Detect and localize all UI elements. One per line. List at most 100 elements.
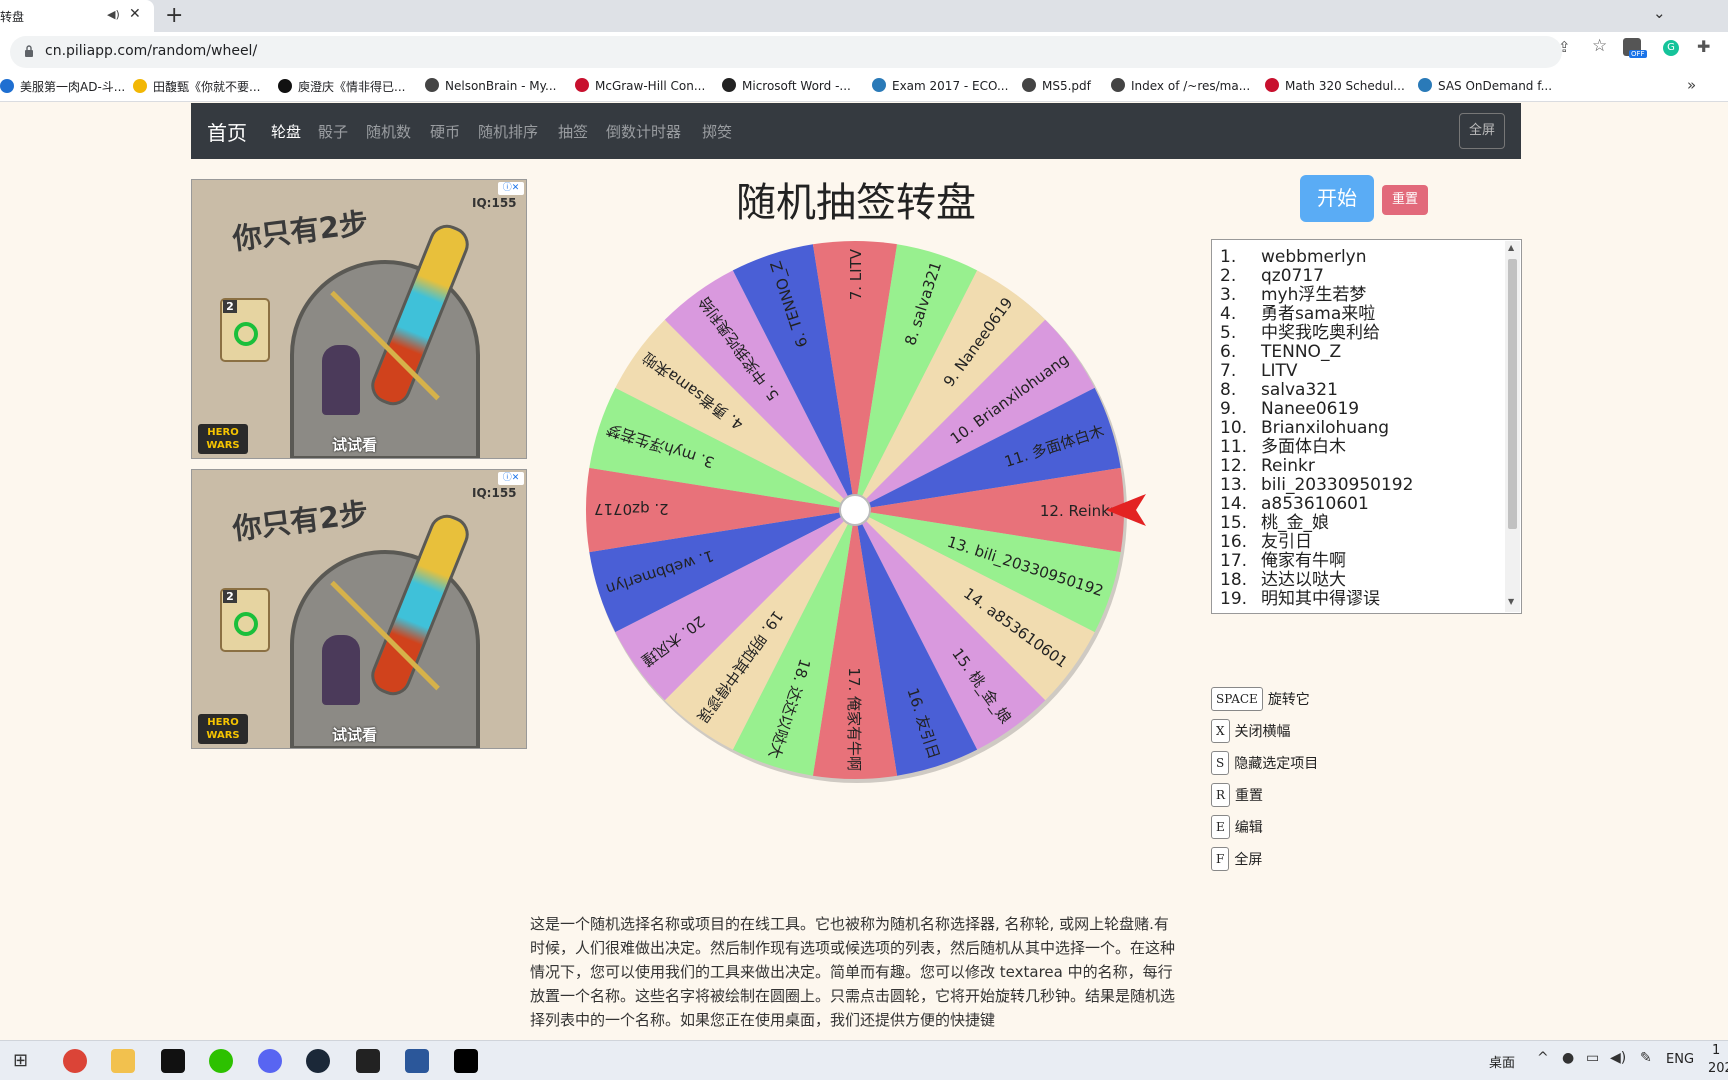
- nav-countdown[interactable]: 倒数计时器: [606, 121, 681, 142]
- desktop-toolbar-label[interactable]: 桌面: [1489, 1052, 1515, 1071]
- name-text: 中奖我吃奥利给: [1261, 323, 1380, 343]
- wheel-segment-label: 17. 俺家有牛啊: [845, 667, 863, 771]
- bookmark-item[interactable]: 庾澄庆《情非得已...: [278, 78, 405, 95]
- wheel-hub[interactable]: [839, 494, 871, 526]
- volume-icon[interactable]: ◀): [1610, 1050, 1626, 1066]
- nav-random-number[interactable]: 随机数: [366, 121, 411, 142]
- steam-icon[interactable]: [306, 1049, 330, 1073]
- bookmark-favicon-icon: [722, 78, 736, 92]
- word-icon[interactable]: [405, 1049, 429, 1073]
- bookmark-label: Index of /~res/ma...: [1131, 79, 1251, 93]
- line-number: 6.: [1220, 342, 1237, 362]
- pen-icon[interactable]: ✎: [1640, 1050, 1652, 1066]
- ad-card-graphic: 2: [220, 298, 270, 362]
- close-tab-icon[interactable]: ✕: [129, 6, 141, 22]
- bookmark-item[interactable]: 田馥甄《你就不要...: [133, 78, 260, 95]
- bookmark-item[interactable]: Exam 2017 - ECO...: [872, 78, 1008, 93]
- nav-moon-blocks[interactable]: 掷筊: [702, 121, 732, 142]
- wheel-segment-label: 12. Reinkr: [1040, 502, 1117, 520]
- fullscreen-button[interactable]: 全屏: [1459, 113, 1505, 149]
- textarea-scrollbar[interactable]: ▲ ▼: [1505, 241, 1520, 612]
- bookmark-item[interactable]: NelsonBrain - My...: [425, 78, 557, 93]
- reset-button[interactable]: 重置: [1382, 185, 1428, 215]
- chrome-icon[interactable]: [63, 1049, 87, 1073]
- extensions-puzzle-icon[interactable]: ✚: [1697, 37, 1710, 56]
- name-text: salva321: [1261, 380, 1338, 400]
- clock-time[interactable]: 1: [1712, 1043, 1720, 1058]
- ad-cta[interactable]: 试试看: [332, 724, 377, 745]
- bookmark-favicon-icon: [1022, 78, 1036, 92]
- nav-coin[interactable]: 硬币: [430, 121, 460, 142]
- shortcut-row: R 重置: [1211, 783, 1263, 807]
- bookmark-item[interactable]: 美服第一肉AD-斗...: [0, 78, 125, 95]
- ad-choices-icon[interactable]: ⓘ✕: [498, 472, 524, 485]
- speaker-icon[interactable]: ◀): [107, 8, 120, 21]
- description-text: 这是一个随机选择名称或项目的在线工具。它也被称为随机名称选择器, 名称轮, 或网…: [530, 915, 1176, 1029]
- windows-taskbar: ⊞ 桌面 ^ ● ▭ ◀) ✎ ENG 1 202: [0, 1040, 1728, 1080]
- browser-tab[interactable]: 转盘 ◀) ✕: [0, 0, 154, 32]
- line-number: 15.: [1220, 513, 1248, 533]
- url-text[interactable]: cn.piliapp.com/random/wheel/: [45, 43, 257, 59]
- bookmark-label: 庾澄庆《情非得已...: [298, 80, 406, 94]
- shortcut-row: SPACE 旋转它: [1211, 687, 1310, 711]
- name-line: 12. Reinkr: [1220, 457, 1521, 476]
- shortcut-row: X 关闭横幅: [1211, 719, 1291, 743]
- nav-shuffle[interactable]: 随机排序: [478, 121, 538, 142]
- wechat-icon[interactable]: [209, 1049, 233, 1073]
- bookmark-item[interactable]: Math 320 Schedul...: [1265, 78, 1405, 93]
- discord-icon[interactable]: [258, 1049, 282, 1073]
- shortcut-label: 关闭横幅: [1234, 724, 1291, 740]
- task-view-icon[interactable]: ⊞: [13, 1050, 28, 1071]
- ad-logo: HERO WARS: [198, 714, 248, 744]
- shortcut-label: 隐藏选定项目: [1234, 756, 1319, 772]
- grammarly-icon[interactable]: G: [1663, 40, 1679, 56]
- name-text: 勇者sama来啦: [1261, 304, 1376, 324]
- bookmark-star-icon[interactable]: ☆: [1592, 36, 1607, 56]
- nav-wheel[interactable]: 轮盘: [271, 121, 301, 142]
- start-button[interactable]: 开始: [1300, 175, 1374, 222]
- file-explorer-icon[interactable]: [111, 1049, 135, 1073]
- bookmark-item[interactable]: SAS OnDemand f...: [1418, 78, 1552, 93]
- bookmark-label: Microsoft Word -...: [742, 79, 851, 93]
- new-tab-button[interactable]: +: [165, 3, 183, 28]
- bookmarks-more-button[interactable]: »: [1687, 76, 1696, 94]
- ad-headline: 你只有2步: [230, 495, 370, 547]
- capcut-icon[interactable]: [454, 1049, 478, 1073]
- nav-lottery[interactable]: 抽签: [558, 121, 588, 142]
- ad-iq-label: IQ:155: [472, 486, 517, 500]
- scroll-down-arrow-icon[interactable]: ▼: [1508, 597, 1514, 606]
- line-number: 19.: [1220, 589, 1248, 609]
- bookmark-item[interactable]: Microsoft Word -...: [722, 78, 851, 93]
- microphone-icon[interactable]: ●: [1562, 1050, 1574, 1066]
- names-textarea[interactable]: 1. webbmerlyn 2. qz0717 3. myh浮生若梦 4. 勇者sama来啦 5…: [1211, 239, 1522, 614]
- app-icon[interactable]: [161, 1049, 185, 1073]
- battery-icon[interactable]: ▭: [1586, 1050, 1599, 1066]
- clock-date[interactable]: 202: [1708, 1061, 1728, 1076]
- tray-overflow-icon[interactable]: ^: [1537, 1050, 1549, 1066]
- language-indicator[interactable]: ENG: [1666, 1052, 1694, 1067]
- bookmark-item[interactable]: McGraw-Hill Con...: [575, 78, 705, 93]
- bookmark-item[interactable]: Index of /~res/ma...: [1111, 78, 1250, 93]
- ad-banner[interactable]: ⓘ✕ 你只有2步 IQ:155 2 HERO WARS 试试看: [191, 469, 527, 749]
- address-bar[interactable]: cn.piliapp.com/random/wheel/: [10, 36, 1562, 68]
- ad-choices-icon[interactable]: ⓘ✕: [498, 182, 524, 195]
- name-text: Brianxilohuang: [1261, 418, 1390, 438]
- share-icon[interactable]: ⇪: [1558, 38, 1571, 56]
- nav-home-link[interactable]: 首页: [207, 117, 247, 146]
- game-launcher-icon[interactable]: [356, 1049, 380, 1073]
- ad-cta[interactable]: 试试看: [332, 434, 377, 455]
- names-list: 1. webbmerlyn 2. qz0717 3. myh浮生若梦 4. 勇者sama来啦 5…: [1212, 240, 1521, 609]
- shortcut-label: 编辑: [1234, 820, 1263, 836]
- line-number: 1.: [1220, 247, 1237, 267]
- prize-wheel[interactable]: 1. webbmerlyn2. qz07173. myh浮生若梦4. 勇者sam…: [580, 234, 1160, 786]
- bookmark-label: Exam 2017 - ECO...: [892, 79, 1009, 93]
- scroll-up-arrow-icon[interactable]: ▲: [1508, 243, 1514, 252]
- bookmark-item[interactable]: MS5.pdf: [1022, 78, 1091, 93]
- ad-banner[interactable]: ⓘ✕ 你只有2步 IQ:155 2 HERO WARS 试试看: [191, 179, 527, 459]
- bookmark-label: SAS OnDemand f...: [1438, 79, 1553, 93]
- tab-search-icon[interactable]: ⌄: [1653, 4, 1666, 22]
- scroll-thumb[interactable]: [1508, 259, 1517, 529]
- nav-dice[interactable]: 骰子: [318, 121, 348, 142]
- shortcut-label: 重置: [1235, 788, 1264, 804]
- bookmark-favicon-icon: [1111, 78, 1125, 92]
